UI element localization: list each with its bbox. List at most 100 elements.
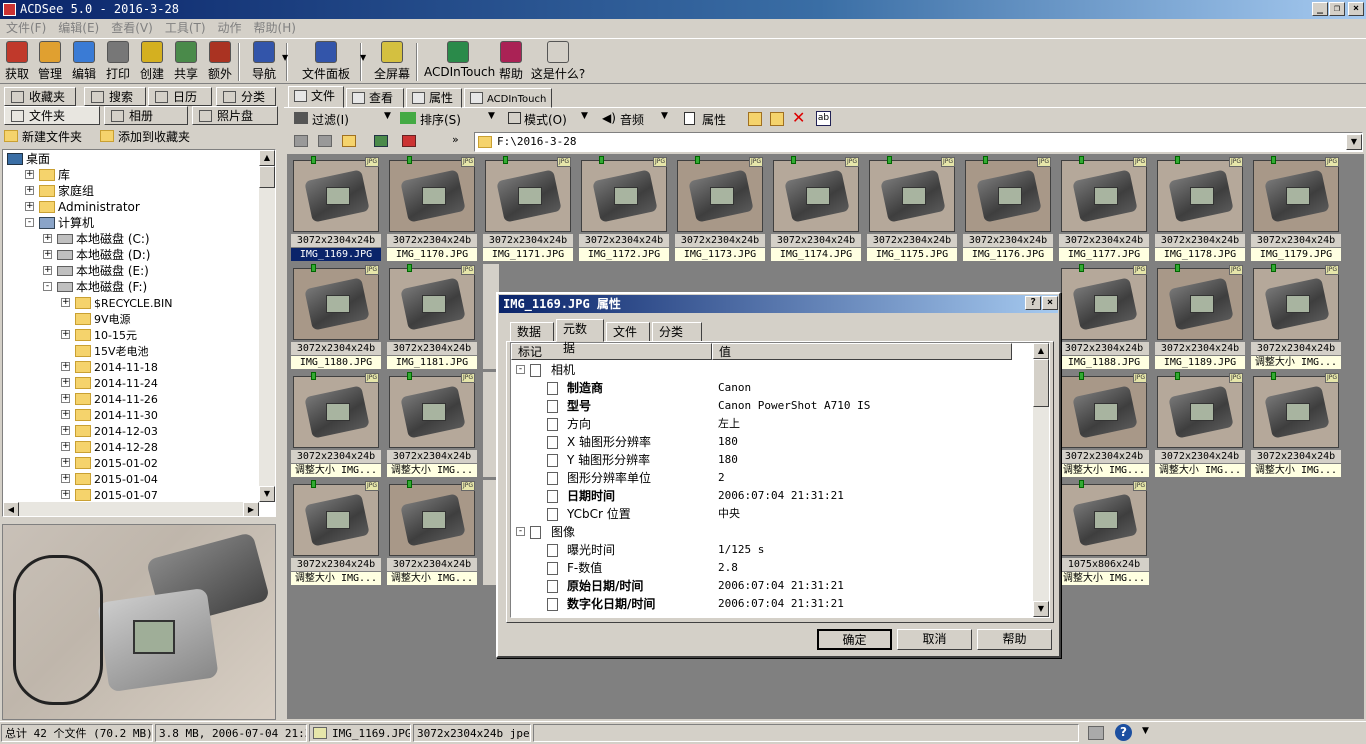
- thumbnail-image[interactable]: [1061, 268, 1147, 340]
- tree-expander-icon[interactable]: +: [43, 250, 52, 259]
- tree-node[interactable]: - 本地磁盘 (F:): [43, 279, 147, 295]
- forward-icon[interactable]: [318, 135, 332, 147]
- metadata-row[interactable]: 数字化日期/时间 2006:07:04 21:31:21: [511, 595, 1033, 613]
- thumbnail-image[interactable]: [965, 160, 1051, 232]
- status-dropdown-icon[interactable]: ▼: [1142, 726, 1149, 736]
- tree-node[interactable]: +2015-01-07: [61, 487, 158, 503]
- right-tab-1[interactable]: 查看: [346, 88, 404, 108]
- audio-button[interactable]: 音频: [620, 111, 644, 128]
- thumbnail-image[interactable]: [389, 268, 475, 340]
- help-icon[interactable]: ?: [1115, 724, 1132, 741]
- thumbnail-image[interactable]: [485, 160, 571, 232]
- thumbnail[interactable]: JPG 3072x2304x24b IMG_1172.JPG: [579, 156, 669, 261]
- toolbar-dropdown-arrow-icon[interactable]: ▼: [282, 53, 288, 62]
- thumbnail[interactable]: JPG 1075x806x24b 调整大小 IMG...: [1059, 480, 1149, 585]
- close-button[interactable]: ×: [1348, 2, 1364, 16]
- toolbar-button-3[interactable]: 打印: [102, 41, 134, 82]
- metadata-grid[interactable]: 标记 值 - 相机 制造商 Canon 型号 Canon PowerShot A710 I…: [510, 342, 1050, 618]
- tree-expander-icon[interactable]: +: [61, 362, 70, 371]
- tree-node[interactable]: +2015-01-02: [61, 455, 158, 471]
- new-folder-button[interactable]: 新建文件夹: [22, 128, 82, 146]
- tree-hscrollbar[interactable]: ◀ ▶: [3, 502, 259, 516]
- cancel-button[interactable]: 取消: [897, 629, 972, 650]
- tree-expander-icon[interactable]: +: [61, 474, 70, 483]
- toolbar-button-2[interactable]: 编辑: [68, 41, 100, 82]
- metadata-group-row[interactable]: - 相机: [511, 361, 1033, 379]
- left-tab-0[interactable]: 收藏夹: [4, 87, 76, 106]
- scroll-down-icon[interactable]: ▼: [259, 486, 275, 502]
- tree-node[interactable]: +2014-11-18: [61, 359, 158, 375]
- minimize-button[interactable]: _: [1312, 2, 1328, 16]
- thumbnail-image[interactable]: [773, 160, 859, 232]
- thumbnail-image[interactable]: [1061, 160, 1147, 232]
- dialog-close-icon[interactable]: ×: [1042, 296, 1058, 310]
- ok-button[interactable]: 确定: [817, 629, 892, 650]
- tree-node[interactable]: +2014-12-03: [61, 423, 158, 439]
- address-combobox[interactable]: F:\2016-3-28 ▼: [474, 132, 1363, 152]
- thumbnail-image[interactable]: [581, 160, 667, 232]
- tree-node[interactable]: +2015-01-04: [61, 471, 158, 487]
- metadata-row[interactable]: Y 轴图形分辨率 180: [511, 451, 1033, 469]
- thumbnail[interactable]: JPG 3072x2304x24b 调整大小 IMG...: [1155, 372, 1245, 477]
- menu-item-3[interactable]: 工具(T): [159, 19, 212, 38]
- toolbar-button-5[interactable]: 共享: [170, 41, 202, 82]
- tree-node[interactable]: + 本地磁盘 (C:): [43, 231, 150, 247]
- metadata-row[interactable]: 方向 左上: [511, 415, 1033, 433]
- tree-node[interactable]: +2014-11-24: [61, 375, 158, 391]
- restore-button[interactable]: ❐: [1329, 2, 1345, 16]
- thumbnail-image[interactable]: [1061, 484, 1147, 556]
- tree-expander-icon[interactable]: +: [61, 394, 70, 403]
- tree-expander-icon[interactable]: -: [43, 282, 52, 291]
- metadata-row[interactable]: 图形分辨率单位 2: [511, 469, 1033, 487]
- tree-expander-icon[interactable]: +: [43, 234, 52, 243]
- thumbnail[interactable]: JPG 3072x2304x24b IMG_1171.JPG: [483, 156, 573, 261]
- dropdown-arrow-icon[interactable]: ▼: [581, 111, 588, 121]
- toolbar-button-7[interactable]: 导航: [248, 41, 280, 82]
- toolbar-dropdown-arrow-icon[interactable]: ▼: [360, 53, 366, 62]
- toolbar-button-8[interactable]: 文件面板: [296, 41, 356, 82]
- group-expander-icon[interactable]: -: [516, 527, 525, 536]
- metadata-row[interactable]: X 轴图形分辨率 180: [511, 433, 1033, 451]
- copy-icon[interactable]: [748, 112, 762, 126]
- tree-expander-icon[interactable]: +: [61, 490, 70, 499]
- group-expander-icon[interactable]: -: [516, 365, 525, 374]
- scroll-down-icon[interactable]: ▼: [1033, 601, 1049, 617]
- tree-expander-icon[interactable]: +: [25, 170, 34, 179]
- tree-node[interactable]: +2014-12-28: [61, 439, 158, 455]
- tree-node[interactable]: - 计算机: [25, 215, 94, 231]
- folder-tree[interactable]: 桌面 + 库 + 家庭组 + Administrator - 计算机 + 本地磁盘 (C:) + 本地磁…: [2, 149, 276, 517]
- left-tab-2[interactable]: 日历: [148, 87, 212, 106]
- thumbnail[interactable]: JPG 3072x2304x24b IMG_1180.JPG: [291, 264, 381, 369]
- thumbnail[interactable]: JPG 3072x2304x24b IMG_1178.JPG: [1155, 156, 1245, 261]
- tree-expander-icon[interactable]: -: [25, 218, 34, 227]
- tree-expander-icon[interactable]: +: [61, 442, 70, 451]
- tree-expander-icon[interactable]: +: [61, 426, 70, 435]
- left-tab-1[interactable]: 搜索: [84, 87, 146, 106]
- dropdown-arrow-icon[interactable]: ▼: [488, 111, 495, 121]
- toolbar-button-9[interactable]: 全屏幕: [370, 41, 414, 82]
- thumbnail[interactable]: JPG 3072x2304x24b IMG_1173.JPG: [675, 156, 765, 261]
- thumbnail-image[interactable]: [1157, 376, 1243, 448]
- scroll-up-icon[interactable]: ▲: [1033, 343, 1049, 359]
- tree-expander-icon[interactable]: +: [61, 378, 70, 387]
- toolbar-button-0[interactable]: 获取: [2, 41, 32, 82]
- thumbnail-image[interactable]: [389, 160, 475, 232]
- thumbnail[interactable]: JPG 3072x2304x24b IMG_1177.JPG: [1059, 156, 1149, 261]
- thumbnail-image[interactable]: [1253, 376, 1339, 448]
- thumbnail[interactable]: JPG 3072x2304x24b 调整大小 IMG...: [291, 480, 381, 585]
- tree-node[interactable]: + $RECYCLE.BIN: [61, 295, 172, 311]
- right-tab-0[interactable]: 文件: [288, 86, 344, 108]
- thumbnail[interactable]: JPG 3072x2304x24b 调整大小 IMG...: [291, 372, 381, 477]
- up-folder-icon[interactable]: [342, 135, 356, 147]
- scroll-up-icon[interactable]: ▲: [259, 150, 275, 166]
- thumbnail-image[interactable]: [293, 268, 379, 340]
- sort-button[interactable]: 排序(S): [420, 111, 461, 128]
- thumbnail[interactable]: JPG 3072x2304x24b IMG_1175.JPG: [867, 156, 957, 261]
- thumbnail[interactable]: JPG 3072x2304x24b IMG_1181.JPG: [387, 264, 477, 369]
- tree-node[interactable]: + 家庭组: [25, 183, 94, 199]
- dialog-tab-3[interactable]: 分类: [652, 322, 702, 342]
- filter-button[interactable]: 过滤(I): [312, 111, 349, 128]
- tree-expander-icon[interactable]: +: [61, 330, 70, 339]
- metadata-row[interactable]: 原始日期/时间 2006:07:04 21:31:21: [511, 577, 1033, 595]
- metadata-group-row[interactable]: - 图像: [511, 523, 1033, 541]
